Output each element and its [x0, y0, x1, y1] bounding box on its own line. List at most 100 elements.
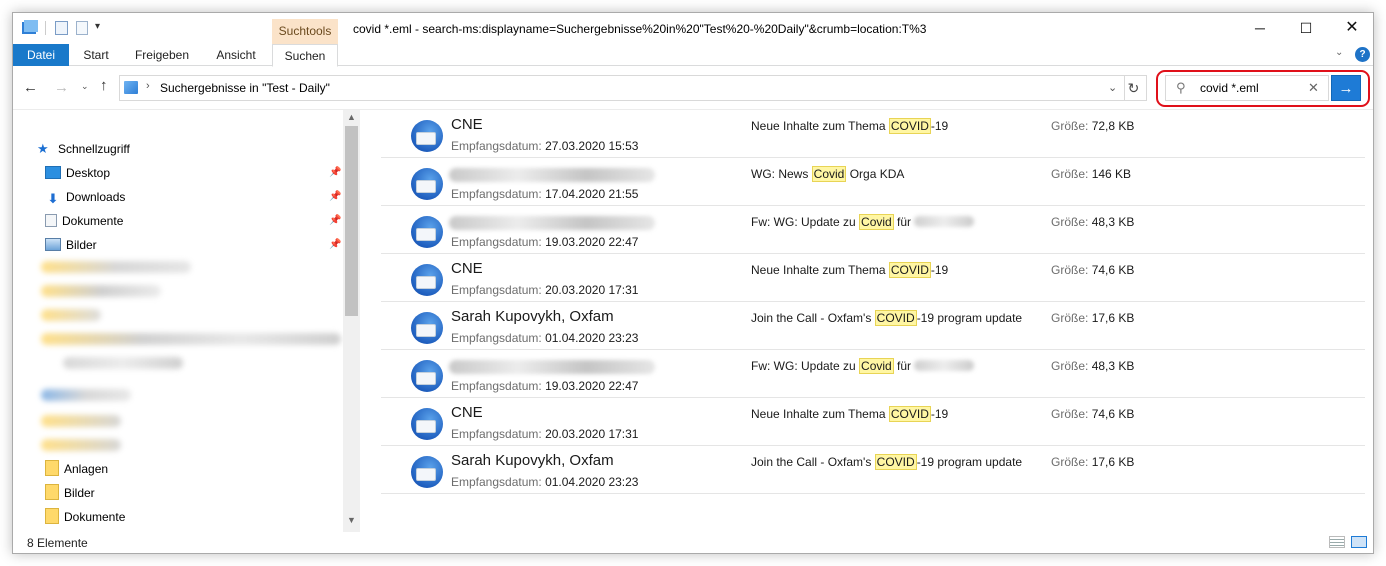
size-label: Größe:	[1051, 167, 1089, 181]
redacted-sender	[449, 168, 655, 182]
received-date: Empfangsdatum: 01.04.2020 23:23	[451, 331, 638, 345]
date-label: Empfangsdatum:	[451, 331, 542, 345]
subject-text: -19	[930, 263, 949, 277]
thunderbird-mail-icon	[411, 360, 443, 392]
date-value: 17.04.2020 21:55	[545, 187, 639, 201]
date-value: 01.04.2020 23:23	[545, 331, 639, 345]
result-row[interactable]: Sarah Kupovykh, Oxfam Empfangsdatum: 01.…	[381, 446, 1365, 494]
sidebar-item-label: Desktop	[66, 166, 111, 180]
thunderbird-mail-icon	[411, 456, 443, 488]
size-label: Größe:	[1051, 119, 1089, 133]
forward-arrow-icon[interactable]: →	[54, 79, 69, 96]
scroll-down-icon[interactable]: ▼	[347, 515, 356, 525]
back-arrow-icon[interactable]: ←	[23, 79, 38, 96]
search-input[interactable]: ⚲ covid *.eml ✕	[1165, 75, 1329, 101]
sidebar-item-desktop[interactable]: Desktop	[45, 162, 110, 184]
result-row[interactable]: Empfangsdatum: 17.04.2020 21:55 WG: News…	[381, 158, 1365, 206]
help-icon[interactable]: ?	[1355, 47, 1370, 62]
search-go-button[interactable]: →	[1331, 75, 1361, 101]
status-bar: 8 Elemente	[13, 532, 1373, 553]
redacted-sender	[449, 216, 655, 230]
breadcrumb[interactable]: Suchergebnisse in "Test - Daily"	[160, 81, 330, 95]
pin-icon: 📌	[329, 167, 342, 178]
date-label: Empfangsdatum:	[451, 139, 542, 153]
received-date: Empfangsdatum: 01.04.2020 23:23	[451, 475, 638, 489]
sidebar-item-label: Anlagen	[64, 462, 109, 476]
window-title: covid *.eml - search-ms:displayname=Such…	[353, 22, 927, 36]
sidebar-item-downloads[interactable]: ⬇ Downloads	[45, 186, 126, 208]
search-match-highlight: COVID	[874, 310, 917, 326]
size-label: Größe:	[1051, 359, 1089, 373]
properties-icon[interactable]	[55, 21, 68, 35]
sidebar-item-documents[interactable]: Dokumente	[45, 210, 123, 232]
sidebar-item-pictures-folder[interactable]: Bilder	[45, 482, 95, 504]
size-label: Größe:	[1051, 455, 1089, 469]
subject-text: -19	[930, 119, 949, 133]
sidebar-item-label: Dokumente	[62, 214, 124, 228]
result-row[interactable]: Sarah Kupovykh, Oxfam Empfangsdatum: 01.…	[381, 302, 1365, 350]
thunderbird-mail-icon	[411, 168, 443, 200]
subject: WG: News Covid Orga KDA	[751, 166, 905, 182]
customize-toolbar-dropdown-icon[interactable]: ▾	[95, 21, 100, 32]
date-label: Empfangsdatum:	[451, 379, 542, 393]
size-value: 74,6 KB	[1091, 263, 1135, 277]
thunderbird-mail-icon	[411, 408, 443, 440]
address-bar[interactable]: › Suchergebnisse in "Test - Daily" ⌄	[119, 75, 1125, 101]
tab-search[interactable]: Suchen	[272, 44, 338, 67]
context-tab-label: Suchtools	[272, 19, 338, 44]
thunderbird-mail-icon	[411, 264, 443, 296]
recent-locations-chevron-icon[interactable]: ⌄	[81, 81, 89, 92]
maximize-button[interactable]: ☐	[1283, 13, 1329, 43]
subject: Neue Inhalte zum Thema COVID -19	[751, 118, 949, 134]
sidebar-item-documents-folder[interactable]: Dokumente	[45, 506, 125, 528]
date-value: 27.03.2020 15:53	[545, 139, 639, 153]
sidebar-item-quick-access[interactable]: ★ Schnellzugriff	[37, 138, 130, 160]
result-row[interactable]: CNE Empfangsdatum: 27.03.2020 15:53 Neue…	[381, 110, 1365, 158]
scrollbar-thumb[interactable]	[345, 126, 358, 316]
result-row[interactable]: Empfangsdatum: 19.03.2020 22:47 Fw: WG: …	[381, 350, 1365, 398]
tab-share[interactable]: Freigeben	[129, 44, 195, 66]
refresh-button[interactable]: ↻	[1121, 75, 1147, 101]
details-view-icon[interactable]	[1329, 536, 1345, 548]
file-size: Größe: 74,6 KB	[1051, 407, 1134, 421]
folder-icon	[45, 460, 59, 476]
sidebar-item-label: Schnellzugriff	[58, 142, 130, 156]
content-view-icon[interactable]	[1351, 536, 1367, 548]
search-match-highlight: Covid	[811, 166, 847, 182]
clear-search-icon[interactable]: ✕	[1308, 80, 1319, 96]
result-row[interactable]: CNE Empfangsdatum: 20.03.2020 17:31 Neue…	[381, 254, 1365, 302]
result-row[interactable]: CNE Empfangsdatum: 20.03.2020 17:31 Neue…	[381, 398, 1365, 446]
size-label: Größe:	[1051, 263, 1089, 277]
result-row[interactable]: Empfangsdatum: 19.03.2020 22:47 Fw: WG: …	[381, 206, 1365, 254]
tab-view[interactable]: Ansicht	[209, 44, 263, 66]
up-arrow-icon[interactable]: ↑	[100, 77, 108, 94]
subject-text: Join the Call - Oxfam's	[751, 455, 875, 469]
ribbon-tabs: Datei Start Freigeben Ansicht Suchen ⌄ ?	[13, 44, 1373, 67]
tab-file[interactable]: Datei	[13, 44, 69, 66]
search-value[interactable]: covid *.eml	[1200, 81, 1259, 95]
scroll-up-icon[interactable]: ▲	[347, 112, 356, 122]
search-icon: ⚲	[1176, 80, 1186, 95]
sidebar-item-label: Downloads	[66, 190, 126, 204]
close-button[interactable]: ✕	[1329, 13, 1373, 43]
new-folder-icon[interactable]	[76, 21, 88, 35]
date-value: 20.03.2020 17:31	[545, 283, 639, 297]
sidebar-item-pictures[interactable]: Bilder	[45, 234, 97, 256]
subject-text: Orga KDA	[846, 167, 905, 181]
thunderbird-mail-icon	[411, 120, 443, 152]
expand-ribbon-icon[interactable]: ⌄	[1335, 47, 1343, 58]
folder-icon	[45, 508, 59, 524]
subject: Fw: WG: Update zu Covid für	[751, 358, 975, 374]
subject-text: -19 program update	[916, 455, 1023, 469]
sidebar-item-attachments[interactable]: Anlagen	[45, 458, 108, 480]
file-size: Größe: 17,6 KB	[1051, 311, 1134, 325]
minimize-button[interactable]: ─	[1237, 13, 1283, 43]
sender-name: CNE	[451, 404, 483, 421]
folder-icon	[22, 20, 38, 34]
subject-text: Join the Call - Oxfam's	[751, 311, 875, 325]
address-dropdown-icon[interactable]: ⌄	[1108, 81, 1117, 94]
tab-start[interactable]: Start	[75, 44, 117, 66]
breadcrumb-chevron-icon[interactable]: ›	[146, 80, 150, 92]
subject-text: für	[893, 215, 915, 229]
pin-icon: 📌	[329, 191, 342, 202]
